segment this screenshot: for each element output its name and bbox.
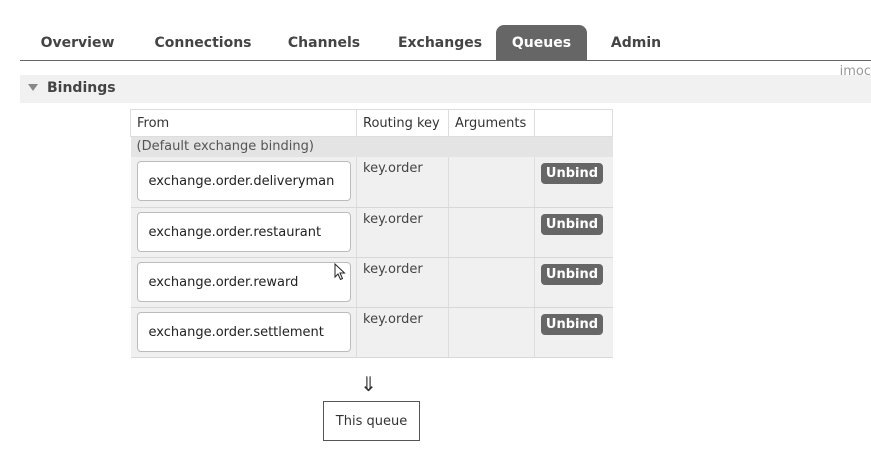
arguments-cell <box>448 307 535 358</box>
section-title: Bindings <box>47 80 116 96</box>
header-actions <box>534 109 613 137</box>
arguments-cell <box>448 207 535 258</box>
routing-key-cell: key.order <box>356 157 449 208</box>
down-arrow-icon: ⇓ <box>360 372 377 396</box>
arguments-cell <box>448 257 535 308</box>
bindings-table: From Routing key Arguments (Default exch… <box>130 109 613 358</box>
exchange-link[interactable]: exchange.order.reward <box>136 261 351 302</box>
unbind-button[interactable]: Unbind <box>541 263 603 285</box>
tab-channels[interactable]: Channels <box>276 25 372 60</box>
header-routing-key: Routing key <box>356 109 449 137</box>
exchange-link[interactable]: exchange.order.restaurant <box>136 211 351 252</box>
unbind-button[interactable]: Unbind <box>541 313 603 335</box>
exchange-link[interactable]: exchange.order.settlement <box>136 311 351 352</box>
table-row: exchange.order.deliveryman key.order Unb… <box>130 157 613 208</box>
routing-key-cell: key.order <box>356 307 449 358</box>
table-row: exchange.order.reward key.order Unbind <box>130 257 613 308</box>
tab-admin[interactable]: Admin <box>600 25 672 60</box>
unbind-button[interactable]: Unbind <box>541 163 603 184</box>
default-binding-label: (Default exchange binding) <box>130 136 613 157</box>
arguments-cell <box>448 157 535 208</box>
bindings-section-header[interactable]: Bindings <box>20 75 871 103</box>
tab-exchanges[interactable]: Exchanges <box>384 25 496 60</box>
routing-key-cell: key.order <box>356 257 449 308</box>
exchange-link[interactable]: exchange.order.deliveryman <box>136 161 351 201</box>
tab-queues[interactable]: Queues <box>496 25 587 60</box>
table-row: exchange.order.restaurant key.order Unbi… <box>130 207 613 258</box>
this-queue-box: This queue <box>323 401 420 441</box>
triangle-down-icon <box>28 84 38 91</box>
header-arguments: Arguments <box>448 109 535 137</box>
header-from: From <box>130 109 357 137</box>
top-navigation: Overview Connections Channels Exchanges … <box>20 25 871 61</box>
unbind-button[interactable]: Unbind <box>541 213 603 235</box>
tab-overview[interactable]: Overview <box>25 25 130 60</box>
mouse-cursor-icon <box>334 263 346 281</box>
routing-key-cell: key.order <box>356 207 449 258</box>
table-row: exchange.order.settlement key.order Unbi… <box>130 307 613 358</box>
tab-connections[interactable]: Connections <box>142 25 264 60</box>
default-binding-row: (Default exchange binding) <box>130 136 613 157</box>
table-header-row: From Routing key Arguments <box>130 109 613 137</box>
